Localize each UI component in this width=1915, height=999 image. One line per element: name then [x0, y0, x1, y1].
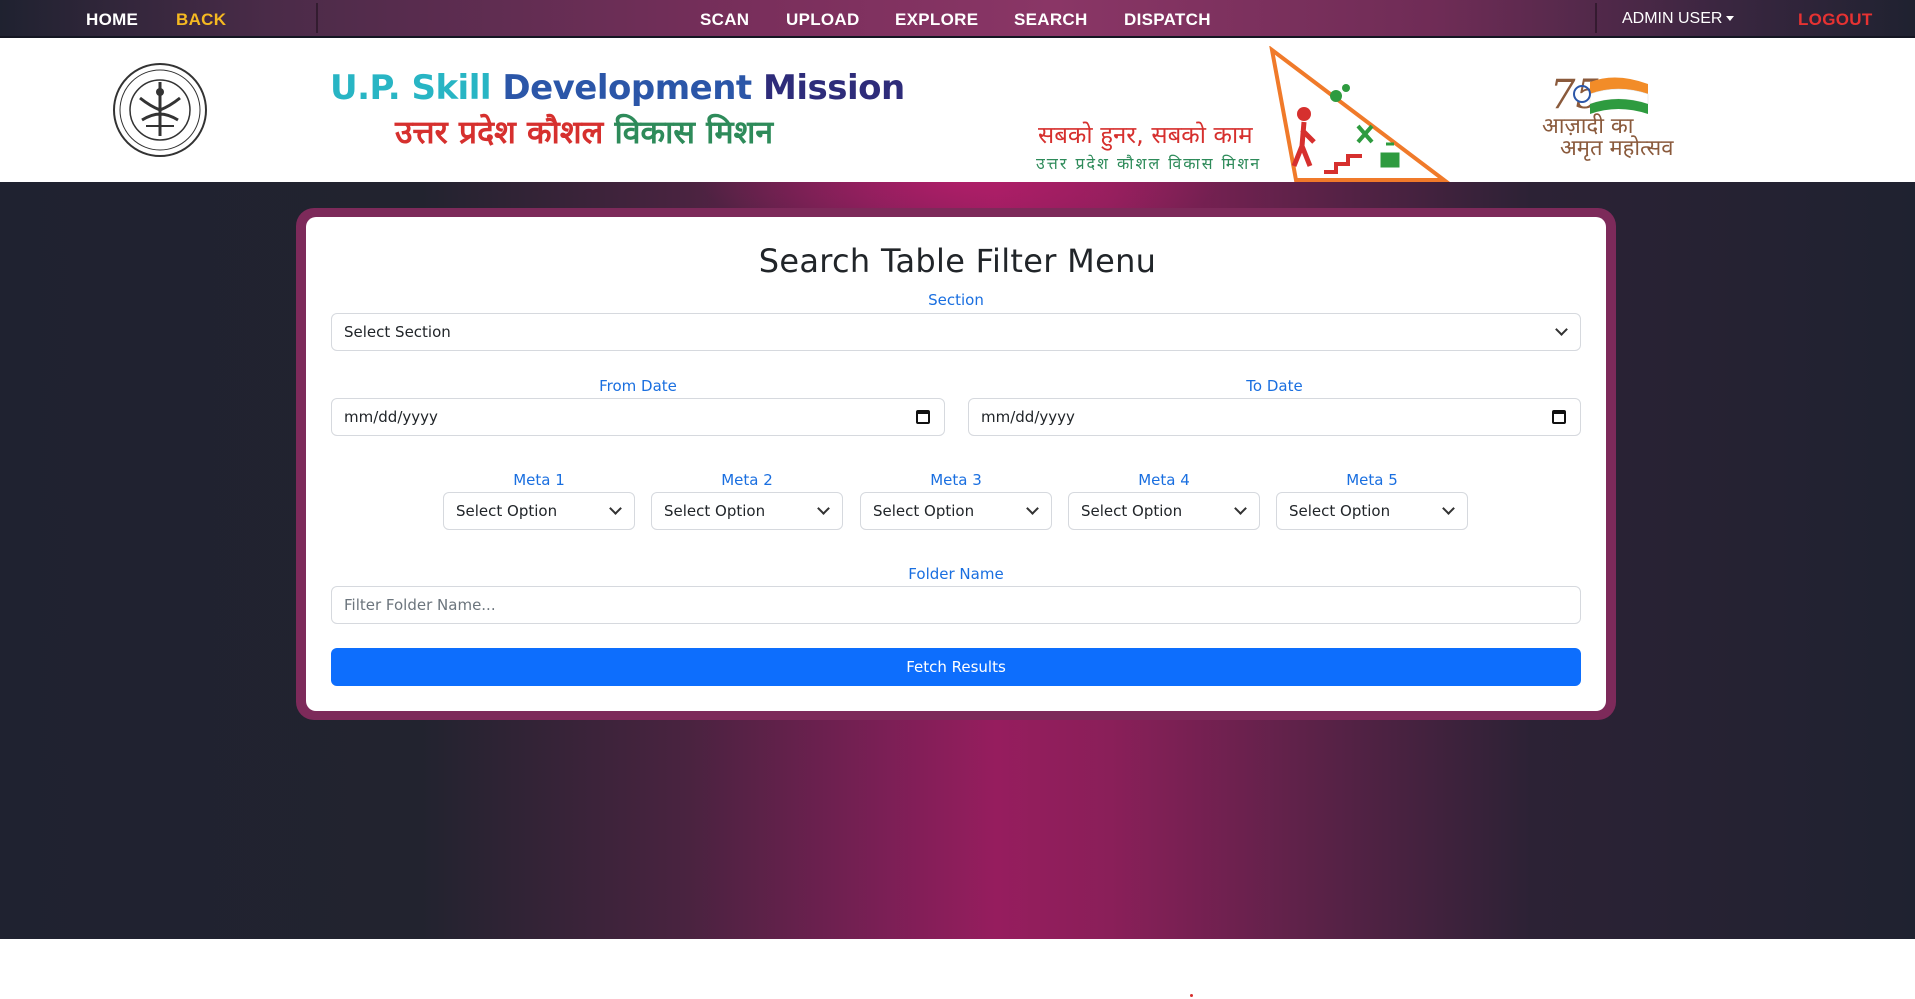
folder-name-placeholder: Filter Folder Name... — [344, 596, 496, 614]
to-date-value: mm/dd/yyyy — [981, 408, 1075, 426]
user-menu-label: ADMIN USER — [1622, 10, 1723, 27]
header-banner: U.P. Skill Development Mission उत्तर प्र… — [0, 38, 1915, 182]
from-date-value: mm/dd/yyyy — [344, 408, 438, 426]
nav-divider — [316, 3, 318, 33]
meta-4-label: Meta 4 — [1138, 471, 1190, 489]
mission-title-english: U.P. Skill Development Mission — [330, 68, 905, 108]
meta-3-select[interactable]: Select Option — [860, 492, 1052, 530]
decorative-dot — [1190, 994, 1193, 997]
up-government-emblem — [113, 63, 207, 157]
from-date-label: From Date — [599, 377, 677, 395]
title-part: U.P. Skill — [330, 68, 503, 108]
nav-search[interactable]: SEARCH — [1014, 10, 1088, 29]
nav-divider — [1595, 3, 1597, 33]
folder-name-label: Folder Name — [908, 565, 1004, 583]
chevron-down-icon — [1442, 502, 1455, 515]
fetch-results-button[interactable]: Fetch Results — [331, 648, 1581, 686]
chevron-down-icon — [1026, 502, 1039, 515]
meta-2-select[interactable]: Select Option — [651, 492, 843, 530]
nav-back[interactable]: BACK — [176, 10, 226, 29]
title-part: Development — [502, 68, 763, 108]
azadi-text-line2: अमृत महोत्सव — [1560, 136, 1674, 161]
slogan: सबको हुनर, सबको काम — [1038, 121, 1253, 149]
meta-1-value: Select Option — [456, 502, 558, 520]
title-part: Mission — [763, 68, 905, 108]
title-part: विकास मिशन — [614, 113, 774, 151]
meta-5-value: Select Option — [1289, 502, 1391, 520]
section-select[interactable]: Select Section — [331, 313, 1581, 351]
meta-5-select[interactable]: Select Option — [1276, 492, 1468, 530]
nav-scan[interactable]: SCAN — [700, 10, 749, 29]
meta-4-select[interactable]: Select Option — [1068, 492, 1260, 530]
meta-2-value: Select Option — [664, 502, 766, 520]
meta-4-value: Select Option — [1081, 502, 1183, 520]
nav-home[interactable]: HOME — [86, 10, 138, 29]
chevron-down-icon — [609, 502, 622, 515]
meta-3-label: Meta 3 — [930, 471, 982, 489]
meta-3-value: Select Option — [873, 502, 975, 520]
to-date-input[interactable]: mm/dd/yyyy — [968, 398, 1581, 436]
nav-logout[interactable]: LOGOUT — [1798, 10, 1873, 29]
top-navbar: HOME BACK SCAN UPLOAD EXPLORE SEARCH DIS… — [0, 0, 1915, 38]
calendar-icon[interactable] — [916, 410, 930, 424]
meta-1-label: Meta 1 — [513, 471, 565, 489]
slogan-subtitle: उत्तर प्रदेश कौशल विकास मिशन — [1036, 154, 1262, 173]
calendar-icon[interactable] — [1552, 410, 1566, 424]
chevron-down-icon — [1555, 323, 1568, 336]
meta-1-select[interactable]: Select Option — [443, 492, 635, 530]
title-part: उत्तर प्रदेश कौशल — [395, 113, 615, 151]
user-menu-dropdown[interactable]: ADMIN USER — [1622, 10, 1735, 28]
meta-5-label: Meta 5 — [1346, 471, 1398, 489]
chevron-down-icon — [1234, 502, 1247, 515]
page-title: Search Table Filter Menu — [758, 242, 1157, 280]
folder-name-input[interactable]: Filter Folder Name... — [331, 586, 1581, 624]
meta-2-label: Meta 2 — [721, 471, 773, 489]
section-select-value: Select Section — [344, 323, 451, 341]
nav-upload[interactable]: UPLOAD — [786, 10, 860, 29]
caret-down-icon — [1726, 16, 1735, 22]
section-label: Section — [928, 291, 984, 309]
to-date-label: To Date — [1246, 377, 1303, 395]
from-date-input[interactable]: mm/dd/yyyy — [331, 398, 945, 436]
nav-explore[interactable]: EXPLORE — [895, 10, 978, 29]
chevron-down-icon — [817, 502, 830, 515]
mission-title-hindi: उत्तर प्रदेश कौशल विकास मिशन — [395, 110, 773, 153]
nav-dispatch[interactable]: DISPATCH — [1124, 10, 1211, 29]
